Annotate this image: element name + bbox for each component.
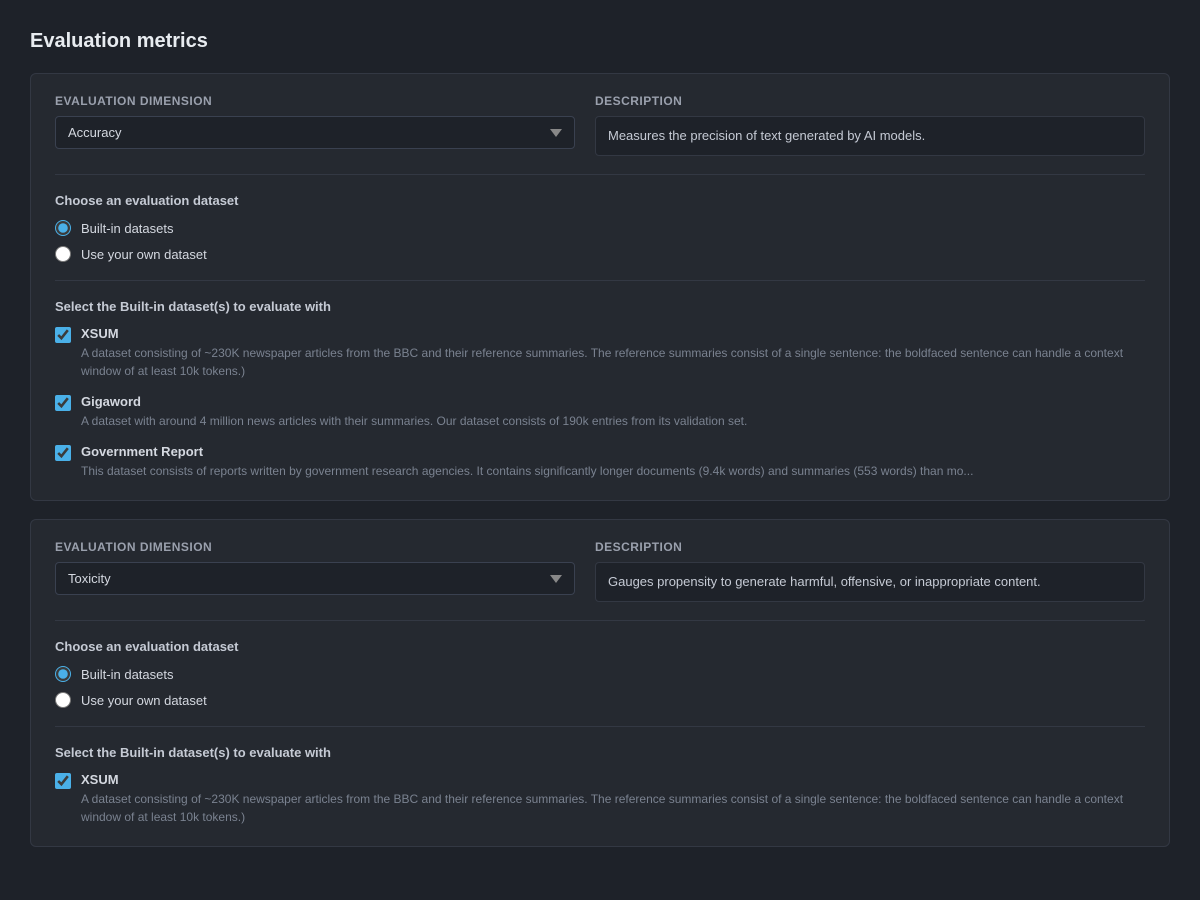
dataset-text-govreport-1: Government Report This dataset consists o… xyxy=(81,444,973,480)
divider-1-0 xyxy=(55,174,1145,175)
radio-group-1: Built-in datasets Use your own dataset xyxy=(55,666,1145,708)
checkbox-govreport-1[interactable] xyxy=(55,445,71,461)
radio-item-0-0[interactable]: Built-in datasets xyxy=(55,220,1145,236)
evaluation-card-1: Evaluation dimension AccuracyToxicityFlue… xyxy=(30,519,1170,847)
checkbox-gigaword-1[interactable] xyxy=(55,395,71,411)
radio-item-1-0[interactable]: Built-in datasets xyxy=(55,666,1145,682)
dataset-item-0-0: XSUM A dataset consisting of ~230K newspa… xyxy=(55,326,1145,380)
radio-item-1-1[interactable]: Use your own dataset xyxy=(55,692,1145,708)
radio-group-0: Built-in datasets Use your own dataset xyxy=(55,220,1145,262)
dataset-item-0-1: Gigaword A dataset with around 4 million … xyxy=(55,394,1145,430)
description-label-1: Description xyxy=(595,540,1145,554)
radio-item-0-1[interactable]: Use your own dataset xyxy=(55,246,1145,262)
divider-2-1 xyxy=(55,726,1145,727)
description-text-1: Gauges propensity to generate harmful, o… xyxy=(595,562,1145,602)
radio-input-builtin-1[interactable] xyxy=(55,220,71,236)
dimension-dropdown-1[interactable]: AccuracyToxicityFluencyCoherence xyxy=(55,562,575,595)
choose-dataset-title-0: Choose an evaluation dataset xyxy=(55,193,1145,208)
description-label-0: Description xyxy=(595,94,1145,108)
checkbox-group-1: XSUM A dataset consisting of ~230K newspa… xyxy=(55,772,1145,826)
evaluation-card-0: Evaluation dimension AccuracyToxicityFlue… xyxy=(30,73,1170,501)
choose-dataset-title-1: Choose an evaluation dataset xyxy=(55,639,1145,654)
divider-2-0 xyxy=(55,280,1145,281)
dataset-text-xsum-1: XSUM A dataset consisting of ~230K newspa… xyxy=(81,326,1145,380)
checkbox-xsum-1[interactable] xyxy=(55,327,71,343)
builtin-title-0: Select the Built-in dataset(s) to evalua… xyxy=(55,299,1145,314)
divider-1-1 xyxy=(55,620,1145,621)
radio-input-own-1[interactable] xyxy=(55,246,71,262)
dataset-desc-govreport-1: This dataset consists of reports written… xyxy=(81,462,973,480)
radio-label-builtin-2: Built-in datasets xyxy=(81,667,174,682)
radio-input-own-2[interactable] xyxy=(55,692,71,708)
radio-input-builtin-2[interactable] xyxy=(55,666,71,682)
dataset-text-gigaword-1: Gigaword A dataset with around 4 million … xyxy=(81,394,747,430)
radio-label-builtin-1: Built-in datasets xyxy=(81,221,174,236)
dimension-dropdown-0[interactable]: AccuracyToxicityFluencyCoherence xyxy=(55,116,575,149)
checkbox-group-0: XSUM A dataset consisting of ~230K newspa… xyxy=(55,326,1145,480)
checkbox-xsum-2[interactable] xyxy=(55,773,71,789)
dataset-desc-gigaword-1: A dataset with around 4 million news art… xyxy=(81,412,747,430)
dataset-item-0-2: Government Report This dataset consists o… xyxy=(55,444,1145,480)
dataset-desc-xsum-2: A dataset consisting of ~230K newspaper … xyxy=(81,790,1145,826)
radio-label-own-1: Use your own dataset xyxy=(81,247,207,262)
dimension-label-1: Evaluation dimension xyxy=(55,540,575,554)
dataset-title-xsum-1: XSUM xyxy=(81,326,1145,341)
radio-label-own-2: Use your own dataset xyxy=(81,693,207,708)
dataset-title-gigaword-1: Gigaword xyxy=(81,394,747,409)
dimension-label-0: Evaluation dimension xyxy=(55,94,575,108)
description-text-0: Measures the precision of text generated… xyxy=(595,116,1145,156)
page-title: Evaluation metrics xyxy=(30,30,1170,53)
dataset-item-1-0: XSUM A dataset consisting of ~230K newspa… xyxy=(55,772,1145,826)
dataset-text-xsum-2: XSUM A dataset consisting of ~230K newspa… xyxy=(81,772,1145,826)
builtin-title-1: Select the Built-in dataset(s) to evalua… xyxy=(55,745,1145,760)
dataset-title-xsum-2: XSUM xyxy=(81,772,1145,787)
dataset-title-govreport-1: Government Report xyxy=(81,444,973,459)
dataset-desc-xsum-1: A dataset consisting of ~230K newspaper … xyxy=(81,344,1145,380)
